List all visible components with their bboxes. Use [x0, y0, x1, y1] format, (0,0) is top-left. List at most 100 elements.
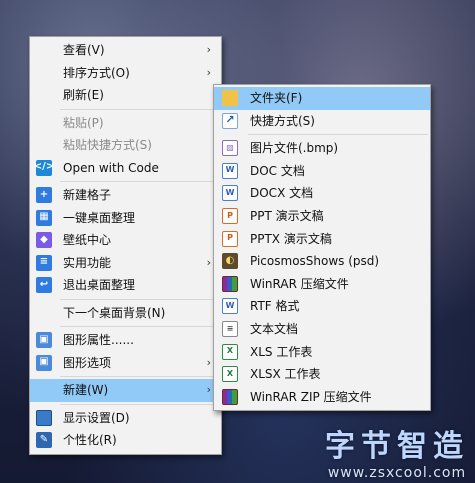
txt-file-icon: ≡ — [222, 320, 238, 337]
desktop-context-menu: 查看(V) › 排序方式(O) › 刷新(E) 粘贴(P) 粘贴快捷方式(S) … — [29, 36, 222, 455]
menu-item-label: 查看(V) — [63, 43, 105, 57]
menu-item-graphics-options[interactable]: ▣ 图形选项 › — [30, 352, 221, 375]
separator — [60, 403, 219, 405]
submenu-item-ppt[interactable]: P PPT 演示文稿 — [214, 205, 430, 228]
menu-item-wallpaper-center[interactable]: ◆ 壁纸中心 — [30, 229, 221, 252]
submenu-item-docx[interactable]: W DOCX 文档 — [214, 182, 430, 205]
display-icon — [36, 409, 52, 426]
rtf-file-icon: W — [222, 298, 238, 315]
watermark: 字节智造 www.zsxcool.com — [325, 429, 469, 481]
chevron-right-icon: › — [206, 43, 211, 56]
pptx-file-icon: P — [222, 230, 238, 247]
submenu-item-label: DOC 文档 — [250, 163, 305, 178]
menu-item-label: 下一个桌面背景(N) — [63, 305, 166, 320]
menu-item-label: 粘贴(P) — [63, 115, 104, 130]
chevron-right-icon: › — [206, 355, 211, 369]
menu-item-label: 新建(W) — [63, 383, 109, 397]
menu-item-label: 排序方式(O) — [63, 65, 130, 80]
chevron-right-icon: › — [206, 65, 211, 79]
menu-item-label: 一键桌面整理 — [63, 210, 136, 225]
menu-item-label: 个性化(R) — [63, 433, 117, 447]
menu-item-paste-shortcut: 粘贴快捷方式(S) — [30, 134, 221, 157]
personalize-icon: ✎ — [36, 432, 52, 448]
submenu-item-label: 快捷方式(S) — [250, 113, 315, 128]
submenu-item-pptx[interactable]: P PPTX 演示文稿 — [214, 228, 430, 251]
menu-item-label: 实用功能 — [63, 255, 112, 270]
winrar-icon — [222, 275, 238, 292]
psd-file-icon: ◐ — [222, 253, 238, 270]
folder-icon — [222, 90, 238, 106]
menu-item-label: 图形属性...... — [63, 333, 134, 347]
submenu-item-winrar-zip[interactable]: WinRAR ZIP 压缩文件 — [214, 386, 430, 409]
submenu-item-label: RTF 格式 — [250, 299, 300, 314]
menu-item-label: 显示设置(D) — [63, 410, 130, 425]
submenu-item-txt[interactable]: ≡ 文本文档 — [214, 318, 430, 341]
graphics-properties-icon: ▣ — [36, 332, 52, 348]
submenu-item-label: DOCX 文档 — [250, 186, 314, 201]
exit-icon: ↩ — [36, 277, 52, 293]
winrar-zip-icon — [222, 388, 238, 405]
submenu-item-label: PicosmosShows (psd) — [250, 254, 380, 269]
submenu-item-label: 文件夹(F) — [250, 91, 303, 105]
menu-item-label: Open with Code — [63, 160, 159, 175]
submenu-item-label: WinRAR 压缩文件 — [250, 276, 349, 291]
menu-item-sort[interactable]: 排序方式(O) › — [30, 62, 221, 85]
menu-item-exit-organize[interactable]: ↩ 退出桌面整理 — [30, 274, 221, 297]
doc-file-icon: W — [222, 162, 238, 179]
submenu-item-psd[interactable]: ◐ PicosmosShows (psd) — [214, 250, 430, 273]
submenu-item-label: PPT 演示文稿 — [250, 208, 324, 223]
menu-item-label: 刷新(E) — [63, 88, 104, 102]
list-icon: ≡ — [36, 254, 52, 271]
menu-item-new[interactable]: 新建(W) › — [30, 379, 221, 402]
separator — [60, 326, 219, 327]
submenu-item-doc[interactable]: W DOC 文档 — [214, 160, 430, 183]
separator — [60, 108, 219, 110]
menu-item-desktop-organize[interactable]: ▦ 一键桌面整理 — [30, 207, 221, 230]
docx-file-icon: W — [222, 185, 238, 202]
menu-item-next-background[interactable]: 下一个桌面背景(N) — [30, 302, 221, 325]
shortcut-icon: ↗ — [222, 112, 238, 129]
menu-item-label: 退出桌面整理 — [63, 278, 136, 292]
menu-item-refresh[interactable]: 刷新(E) — [30, 84, 221, 107]
submenu-item-xls[interactable]: X XLS 工作表 — [214, 341, 430, 364]
menu-item-utilities[interactable]: ≡ 实用功能 › — [30, 252, 221, 275]
menu-item-label: 图形选项 — [63, 355, 112, 370]
submenu-item-bmp[interactable]: ▨ 图片文件(.bmp) — [214, 137, 430, 160]
menu-item-label: 粘贴快捷方式(S) — [63, 138, 152, 152]
submenu-item-label: 文本文档 — [250, 321, 299, 336]
menu-item-new-grid[interactable]: + 新建格子 — [30, 184, 221, 207]
menu-item-graphics-properties[interactable]: ▣ 图形属性...... — [30, 329, 221, 352]
separator — [60, 298, 219, 300]
submenu-item-label: WinRAR ZIP 压缩文件 — [250, 389, 372, 404]
menu-item-open-with-code[interactable]: </> Open with Code — [30, 157, 221, 180]
ppt-file-icon: P — [222, 207, 238, 224]
separator — [60, 181, 219, 182]
menu-item-personalize[interactable]: ✎ 个性化(R) — [30, 429, 221, 452]
menu-item-view[interactable]: 查看(V) › — [30, 39, 221, 62]
submenu-item-winrar[interactable]: WinRAR 压缩文件 — [214, 273, 430, 296]
menu-item-label: 壁纸中心 — [63, 233, 112, 247]
chevron-right-icon: › — [206, 383, 211, 396]
bmp-file-icon: ▨ — [222, 140, 238, 157]
menu-item-label: 新建格子 — [63, 188, 112, 202]
plus-grid-icon: + — [36, 187, 52, 203]
layout-icon: ▦ — [36, 209, 52, 226]
separator — [248, 134, 428, 136]
submenu-item-label: XLSX 工作表 — [250, 367, 321, 382]
xls-file-icon: X — [222, 343, 238, 360]
watermark-title: 字节智造 — [325, 429, 469, 464]
submenu-item-folder[interactable]: 文件夹(F) — [214, 87, 430, 110]
submenu-item-shortcut[interactable]: ↗ 快捷方式(S) — [214, 110, 430, 133]
cube-icon: ◆ — [36, 232, 52, 248]
menu-item-display-settings[interactable]: 显示设置(D) — [30, 407, 221, 430]
menu-item-paste: 粘贴(P) — [30, 112, 221, 135]
vscode-icon: </> — [34, 159, 54, 176]
chevron-right-icon: › — [206, 255, 211, 269]
xlsx-file-icon: X — [222, 366, 238, 383]
separator — [60, 376, 219, 377]
graphics-options-icon: ▣ — [36, 354, 52, 371]
submenu-item-rtf[interactable]: W RTF 格式 — [214, 295, 430, 318]
submenu-item-label: 图片文件(.bmp) — [250, 141, 339, 156]
submenu-item-xlsx[interactable]: X XLSX 工作表 — [214, 363, 430, 386]
watermark-url: www.zsxcool.com — [327, 465, 467, 481]
